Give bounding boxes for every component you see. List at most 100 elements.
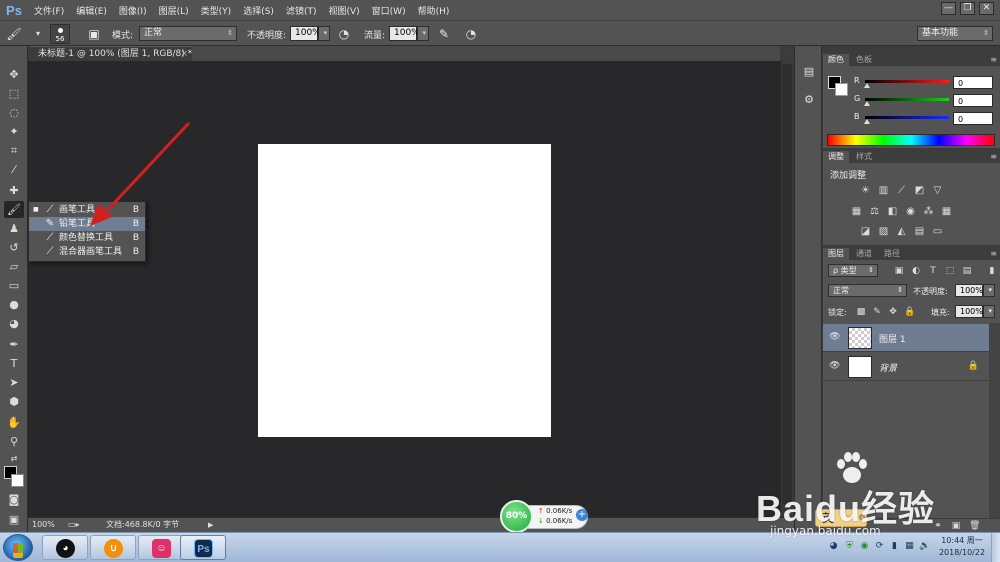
properties-panel-icon[interactable]: ⚙ <box>801 92 817 108</box>
healing-brush-tool-icon[interactable]: ✚ <box>4 182 24 199</box>
curves-icon[interactable]: ⟋ <box>895 185 908 197</box>
dodge-tool-icon[interactable]: ◕ <box>4 315 24 332</box>
hand-tool-icon[interactable]: ✋ <box>4 414 24 431</box>
hue-saturation-icon[interactable]: ▦ <box>850 206 863 218</box>
background-color-swatch[interactable] <box>11 474 24 487</box>
document-tab[interactable]: 未标题-1 @ 100% (图层 1, RGB/8) * × <box>30 46 192 61</box>
clone-stamp-tool-icon[interactable]: ♟ <box>4 220 24 237</box>
layers-scrollbar[interactable] <box>989 323 1000 518</box>
update-icon[interactable]: ◉ <box>859 541 870 552</box>
filter-pixel-icon[interactable]: ▣ <box>894 266 904 276</box>
show-desktop-button[interactable] <box>991 533 1000 562</box>
blue-slider-track[interactable] <box>865 116 949 119</box>
airbrush-icon[interactable]: ✎ <box>436 26 452 42</box>
chevron-down-icon[interactable]: ▾ <box>30 26 46 42</box>
shape-tool-icon[interactable]: ⬢ <box>4 393 24 410</box>
color-lookup-icon[interactable]: ▦ <box>940 206 953 218</box>
blend-mode-dropdown[interactable]: 正常 ⇕ <box>828 284 907 297</box>
pressure-opacity-icon[interactable]: ◔ <box>336 26 352 42</box>
panel-menu-icon[interactable]: ≡ <box>990 249 997 258</box>
flyout-item-color-replacement[interactable]: ⟋ 颜色替换工具 B <box>29 231 145 245</box>
menu-help[interactable]: 帮助(H) <box>412 4 456 17</box>
speedup-plus-button[interactable]: + <box>576 509 588 521</box>
minimize-button[interactable]: — <box>941 2 956 15</box>
menu-file[interactable]: 文件(F) <box>28 4 70 17</box>
delete-layer-icon[interactable]: 🗑 <box>969 521 980 531</box>
brush-panel-toggle-icon[interactable]: ▣ <box>86 26 102 42</box>
ime-language-indicator[interactable]: 英 <box>822 509 834 526</box>
start-button[interactable] <box>3 534 33 561</box>
zoom-level[interactable]: 100% <box>32 518 55 532</box>
photo-filter-icon[interactable]: ◉ <box>904 206 917 218</box>
menu-type[interactable]: 类型(Y) <box>195 4 238 17</box>
mode-dropdown[interactable]: 正常 ⇕ <box>139 26 237 41</box>
color-balance-icon[interactable]: ⚖ <box>868 206 881 218</box>
crop-tool-icon[interactable]: ⌗ <box>4 142 24 159</box>
fill-input[interactable]: 100% <box>955 305 983 318</box>
filter-adjustment-icon[interactable]: ◐ <box>911 266 921 276</box>
brush-tool-icon[interactable]: 🖌 <box>4 201 24 218</box>
taskbar-app-photoshop[interactable]: Ps <box>180 535 226 560</box>
slider-handle-icon[interactable] <box>864 119 870 124</box>
filter-type-icon[interactable]: T <box>928 266 938 276</box>
flow-input[interactable]: 100% <box>389 26 420 41</box>
eraser-tool-icon[interactable]: ▱ <box>4 258 24 275</box>
taskbar-app-uc-browser[interactable]: ∪ <box>90 535 136 560</box>
volume-icon[interactable]: 🔊 <box>919 541 930 552</box>
marquee-tool-icon[interactable]: ⬚ <box>4 85 24 102</box>
network-icon[interactable]: ▦ <box>904 541 915 552</box>
visibility-eye-icon[interactable]: 👁 <box>829 361 840 371</box>
menu-filter[interactable]: 滤镜(T) <box>280 4 323 17</box>
tab-layers[interactable]: 图层 <box>823 248 849 260</box>
zoom-tool-icon[interactable]: ⚲ <box>4 433 24 450</box>
flyout-item-brush[interactable]: ■ ⟋ 画笔工具 B <box>29 203 145 217</box>
panel-menu-icon[interactable]: ≡ <box>990 55 997 64</box>
flow-dropdown-button[interactable]: ▾ <box>417 26 429 41</box>
flyout-item-mixer-brush[interactable]: ⟋ 混合器画笔工具 B <box>29 245 145 259</box>
flyout-item-pencil[interactable]: ✎ 铅笔工具 B <box>29 217 145 231</box>
tab-paths[interactable]: 路径 <box>879 248 905 260</box>
screen-mode-icon[interactable]: ▣ <box>4 511 24 528</box>
brightness-contrast-icon[interactable]: ☀ <box>859 185 872 197</box>
pressure-size-icon[interactable]: ◔ <box>463 26 479 42</box>
quick-select-tool-icon[interactable]: ✦ <box>4 123 24 140</box>
exposure-icon[interactable]: ◩ <box>913 185 926 197</box>
tab-styles[interactable]: 样式 <box>851 151 877 163</box>
color-panel-background-swatch[interactable] <box>835 83 848 96</box>
filter-toggle-icon[interactable]: ▮ <box>987 266 997 276</box>
red-slider-track[interactable] <box>865 80 949 83</box>
panel-menu-icon[interactable]: ≡ <box>990 152 997 161</box>
selective-color-icon[interactable]: ▤ <box>913 226 926 238</box>
visibility-eye-icon[interactable]: 👁 <box>829 332 840 342</box>
type-tool-icon[interactable]: T <box>4 355 24 372</box>
path-selection-tool-icon[interactable]: ➤ <box>4 374 24 391</box>
document-canvas[interactable] <box>258 144 551 437</box>
gradient-map-icon[interactable]: ▭ <box>931 226 944 238</box>
device-icon[interactable]: ▮ <box>889 541 900 552</box>
restore-button[interactable]: ❐ <box>960 2 975 15</box>
opacity-dropdown-button[interactable]: ▾ <box>318 26 330 41</box>
status-menu-arrow-icon[interactable]: ▶ <box>208 518 213 532</box>
fill-dropdown-button[interactable]: ▾ <box>983 305 995 318</box>
channel-mixer-icon[interactable]: ⁂ <box>922 206 935 218</box>
blue-value-input[interactable]: 0 <box>953 112 993 125</box>
filter-smart-object-icon[interactable]: ▤ <box>962 266 972 276</box>
taskbar-app-media-player[interactable]: ☺ <box>138 535 184 560</box>
blur-tool-icon[interactable]: ● <box>4 296 24 313</box>
close-tab-icon[interactable]: × <box>180 47 188 61</box>
vibrance-icon[interactable]: ▽ <box>931 185 944 197</box>
color-spectrum-ramp[interactable] <box>827 134 995 146</box>
sync-icon[interactable]: ⟳ <box>874 541 885 552</box>
green-value-input[interactable]: 0 <box>953 94 993 107</box>
lasso-tool-icon[interactable]: ◌ <box>4 104 24 121</box>
pen-tool-icon[interactable]: ✒ <box>4 336 24 353</box>
new-layer-icon[interactable]: ▣ <box>951 521 961 531</box>
tab-channels[interactable]: 通道 <box>851 248 877 260</box>
layer-row[interactable]: 👁 图层 1 <box>823 324 989 352</box>
security-shield-icon[interactable]: ⛨ <box>844 541 855 552</box>
slider-handle-icon[interactable] <box>864 101 870 106</box>
levels-icon[interactable]: ▥ <box>877 185 890 197</box>
scrollbar-thumb[interactable] <box>782 64 792 504</box>
history-panel-icon[interactable]: ▤ <box>801 64 817 80</box>
layer-opacity-input[interactable]: 100% <box>955 284 983 297</box>
